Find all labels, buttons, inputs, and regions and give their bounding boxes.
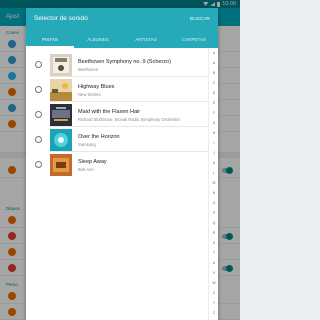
track-title: Highway Blues: [78, 84, 115, 90]
divider: [50, 76, 208, 77]
search-button[interactable]: BUSCAR: [190, 16, 210, 21]
track-item[interactable]: Highway Blues New Stories: [26, 78, 208, 102]
index-letter[interactable]: E: [209, 101, 218, 105]
index-letter[interactable]: I: [209, 141, 218, 145]
tab-artists[interactable]: ARTISTAS: [122, 30, 170, 48]
radio-button[interactable]: [35, 61, 42, 68]
index-letter[interactable]: N: [209, 191, 218, 195]
index-letter[interactable]: #: [209, 51, 218, 55]
index-letter[interactable]: B: [209, 71, 218, 75]
index-letter[interactable]: K: [209, 161, 218, 165]
track-artist: Beethoven: [78, 67, 99, 72]
index-letter[interactable]: W: [209, 281, 218, 285]
index-letter[interactable]: F: [209, 111, 218, 115]
dialog-title: Selector de sonido: [34, 15, 88, 22]
track-item[interactable]: Sleep Away Bob Acri: [26, 153, 208, 177]
dialog-header: Selector de sonido BUSCAR: [26, 8, 218, 30]
index-letter[interactable]: G: [209, 121, 218, 125]
index-letter[interactable]: A: [209, 61, 218, 65]
index-letter[interactable]: D: [209, 91, 218, 95]
track-item[interactable]: Maid with the Flaxen Hair Richard Stoltz…: [26, 103, 208, 127]
track-artist: Richard Stoltzman, Slovak Radio Symphony…: [78, 117, 180, 122]
track-artist: Bob Acri: [78, 167, 94, 172]
album-art-image: [50, 129, 72, 151]
track-artist: Samsung: [78, 142, 96, 147]
track-title: Sleep Away: [78, 159, 107, 165]
index-letter[interactable]: Z: [209, 311, 218, 315]
track-item[interactable]: Over the Horizon Samsung: [26, 128, 208, 152]
album-art-image: [50, 54, 72, 76]
album-art-image: [50, 104, 72, 126]
alphabet-index[interactable]: # A B C D E F G H I J K L M N O P Q R S T U V W X Y Z: [208, 48, 218, 320]
tab-bar: PISTAS ÁLBUMES ARTISTAS CARPETAS: [26, 30, 218, 48]
index-letter[interactable]: P: [209, 211, 218, 215]
index-letter[interactable]: Q: [209, 221, 218, 225]
index-letter[interactable]: L: [209, 171, 218, 175]
radio-button[interactable]: [35, 161, 42, 168]
index-letter[interactable]: R: [209, 231, 218, 235]
track-title: Beethoven Symphony no. 9 (Scherzo): [78, 59, 171, 65]
radio-button[interactable]: [35, 86, 42, 93]
index-letter[interactable]: X: [209, 291, 218, 295]
index-letter[interactable]: V: [209, 271, 218, 275]
index-letter[interactable]: J: [209, 151, 218, 155]
divider: [50, 126, 208, 127]
index-letter[interactable]: O: [209, 201, 218, 205]
tab-tracks[interactable]: PISTAS: [26, 30, 74, 48]
tab-albums[interactable]: ÁLBUMES: [74, 30, 122, 48]
divider: [50, 151, 208, 152]
album-art-image: [50, 79, 72, 101]
radio-button[interactable]: [35, 136, 42, 143]
index-letter[interactable]: M: [209, 181, 218, 185]
album-art-image: [50, 154, 72, 176]
track-artist: New Stories: [78, 92, 101, 97]
index-letter[interactable]: T: [209, 251, 218, 255]
index-letter[interactable]: S: [209, 241, 218, 245]
index-letter[interactable]: H: [209, 131, 218, 135]
divider: [50, 101, 208, 102]
radio-button[interactable]: [35, 111, 42, 118]
track-title: Maid with the Flaxen Hair: [78, 109, 141, 115]
index-letter[interactable]: U: [209, 261, 218, 265]
sound-picker-dialog: Selector de sonido BUSCAR PISTAS ÁLBUMES…: [26, 8, 218, 320]
track-list: Beethoven Symphony no. 9 (Scherzo) Beeth…: [26, 48, 208, 320]
tab-folders[interactable]: CARPETAS: [170, 30, 218, 48]
track-title: Over the Horizon: [78, 134, 120, 140]
track-item[interactable]: Beethoven Symphony no. 9 (Scherzo) Beeth…: [26, 53, 208, 77]
index-letter[interactable]: Y: [209, 301, 218, 305]
index-letter[interactable]: C: [209, 81, 218, 85]
